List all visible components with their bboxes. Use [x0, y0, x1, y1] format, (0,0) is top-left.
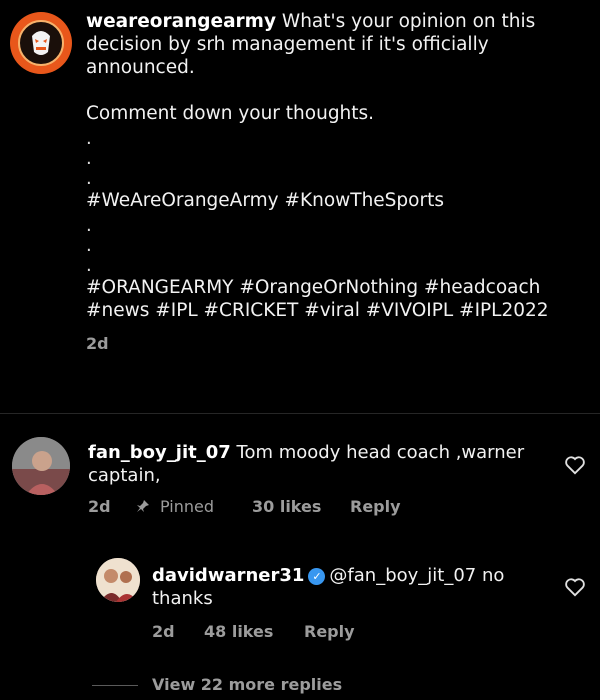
reply-body: davidwarner31 ✓ @fan_boy_jit_07 no thanks [152, 564, 542, 610]
orange-army-logo-icon [11, 13, 71, 73]
post-caption: weareorangearmy What's your opinion on t… [86, 10, 586, 355]
replies-line [92, 685, 138, 686]
reply-reply-button[interactable]: Reply [304, 622, 355, 641]
hashtags-line-2[interactable]: #ORANGEARMY #OrangeOrNothing #headcoach … [86, 276, 576, 322]
verified-badge-icon: ✓ [308, 568, 326, 585]
reply-meta: 2d 48 likes Reply [152, 622, 452, 644]
comment-time: 2d [88, 497, 111, 516]
pinned-label: Pinned [160, 497, 215, 516]
reply-time: 2d [152, 622, 175, 641]
author-avatar[interactable] [10, 12, 72, 74]
reply-username[interactable]: davidwarner31 [152, 565, 304, 586]
reply-avatar[interactable] [96, 558, 140, 602]
caption-dot: . [86, 215, 92, 236]
post-time: 2d [86, 334, 109, 353]
like-heart-icon[interactable] [564, 577, 586, 597]
section-divider [0, 413, 600, 414]
like-heart-icon[interactable] [564, 455, 586, 475]
author-username[interactable]: weareorangearmy [86, 11, 276, 32]
comment-likes[interactable]: 30 likes [252, 497, 321, 516]
user-photo-icon [96, 558, 140, 602]
caption-text-2: Comment down your thoughts. [86, 103, 375, 124]
view-more-replies[interactable]: View 22 more replies [152, 675, 342, 694]
caption-dot: . [86, 148, 92, 169]
pin-icon [136, 497, 150, 516]
hashtags-line-1[interactable]: #WeAreOrangeArmy #KnowTheSports [86, 189, 586, 212]
commenter-username[interactable]: fan_boy_jit_07 [88, 442, 231, 463]
caption-dot: . [86, 168, 92, 189]
caption-dot: . [86, 128, 92, 149]
comment-body: fan_boy_jit_07 Tom moody head coach ,war… [88, 441, 528, 487]
caption-dot: . [86, 255, 92, 276]
comment-reply-button[interactable]: Reply [350, 497, 401, 516]
user-photo-icon [12, 437, 70, 495]
comment-meta: 2d Pinned 30 likes Reply [88, 497, 508, 519]
caption-dot: . [86, 235, 92, 256]
reply-likes[interactable]: 48 likes [204, 622, 273, 641]
commenter-avatar[interactable] [12, 437, 70, 495]
